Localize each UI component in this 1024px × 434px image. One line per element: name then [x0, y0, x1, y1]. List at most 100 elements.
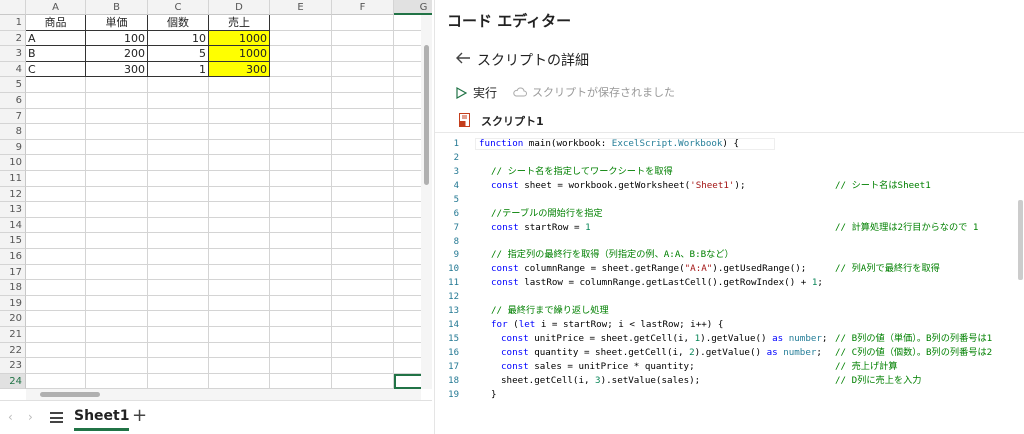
code-area[interactable]: 1 2 3 4 5 6 7 8 9 10 11 12 13 14 15 16 17 18 19 function m… [435, 132, 1024, 434]
cell-D5[interactable] [209, 77, 270, 93]
cell-D9[interactable] [209, 139, 270, 156]
cell-E11[interactable] [270, 171, 332, 187]
cell-C3[interactable]: 5 [148, 46, 209, 62]
cell-F20[interactable] [332, 311, 394, 327]
cell-E10[interactable] [270, 155, 332, 171]
cell-C11[interactable] [148, 171, 209, 187]
cell-A12[interactable] [26, 186, 86, 203]
cell-B3[interactable]: 200 [86, 46, 148, 62]
cell-F24[interactable] [332, 373, 394, 390]
cell-C6[interactable] [148, 93, 209, 109]
cell-F22[interactable] [332, 342, 394, 359]
cell-C8[interactable] [148, 124, 209, 140]
cell-C9[interactable] [148, 139, 209, 156]
column-header-B[interactable]: B [86, 0, 148, 15]
cell-F3[interactable] [332, 46, 394, 62]
sheet-tab-sheet1[interactable]: Sheet1 [74, 407, 130, 431]
add-sheet-button[interactable]: + [132, 405, 147, 426]
row-header-17[interactable]: 17 [0, 264, 26, 281]
cell-C4[interactable]: 1 [148, 61, 209, 78]
cell-B20[interactable] [86, 311, 148, 327]
row-header-21[interactable]: 21 [0, 327, 26, 343]
vertical-scroll-thumb[interactable] [424, 45, 429, 185]
cell-D4[interactable]: 300 [209, 61, 270, 78]
cell-B21[interactable] [86, 327, 148, 343]
cell-E16[interactable] [270, 249, 332, 265]
run-button[interactable]: 実行 [455, 84, 497, 101]
cell-A15[interactable] [26, 233, 86, 249]
cell-A1[interactable]: 商品 [26, 15, 86, 31]
cell-A3[interactable]: B [26, 46, 86, 62]
cell-C13[interactable] [148, 202, 209, 218]
cell-F12[interactable] [332, 186, 394, 203]
cell-B13[interactable] [86, 202, 148, 218]
cell-C10[interactable] [148, 155, 209, 171]
cell-B8[interactable] [86, 124, 148, 140]
cell-C18[interactable] [148, 280, 209, 296]
cell-A10[interactable] [26, 155, 86, 171]
cell-B5[interactable] [86, 77, 148, 93]
vertical-scrollbar[interactable] [421, 15, 432, 389]
cell-A4[interactable]: C [26, 61, 86, 78]
cell-C23[interactable] [148, 358, 209, 374]
cell-B9[interactable] [86, 139, 148, 156]
cell-A16[interactable] [26, 249, 86, 265]
cell-E17[interactable] [270, 264, 332, 281]
cell-D6[interactable] [209, 93, 270, 109]
row-header-13[interactable]: 13 [0, 202, 26, 218]
cell-A5[interactable] [26, 77, 86, 93]
cell-A20[interactable] [26, 311, 86, 327]
cell-A19[interactable] [26, 295, 86, 312]
cell-A8[interactable] [26, 124, 86, 140]
cell-E19[interactable] [270, 295, 332, 312]
cell-C20[interactable] [148, 311, 209, 327]
cell-E14[interactable] [270, 217, 332, 234]
cell-F5[interactable] [332, 77, 394, 93]
cell-A13[interactable] [26, 202, 86, 218]
cell-F15[interactable] [332, 233, 394, 249]
cell-F2[interactable] [332, 30, 394, 47]
cell-B12[interactable] [86, 186, 148, 203]
cell-A6[interactable] [26, 93, 86, 109]
cell-A18[interactable] [26, 280, 86, 296]
cell-A14[interactable] [26, 217, 86, 234]
row-header-4[interactable]: 4 [0, 61, 26, 78]
cell-B19[interactable] [86, 295, 148, 312]
column-header-E[interactable]: E [270, 0, 332, 15]
cell-B2[interactable]: 100 [86, 30, 148, 47]
row-header-22[interactable]: 22 [0, 342, 26, 359]
cell-A24[interactable] [26, 373, 86, 390]
cell-B14[interactable] [86, 217, 148, 234]
cell-E8[interactable] [270, 124, 332, 140]
row-header-18[interactable]: 18 [0, 280, 26, 296]
cell-D1[interactable]: 売上 [209, 15, 270, 31]
column-header-A[interactable]: A [26, 0, 86, 15]
cell-E5[interactable] [270, 77, 332, 93]
cell-E7[interactable] [270, 108, 332, 125]
cell-F11[interactable] [332, 171, 394, 187]
row-header-5[interactable]: 5 [0, 77, 26, 93]
cell-F19[interactable] [332, 295, 394, 312]
cell-D17[interactable] [209, 264, 270, 281]
cell-F16[interactable] [332, 249, 394, 265]
cell-B22[interactable] [86, 342, 148, 359]
prev-sheet-icon[interactable]: ‹ [8, 410, 13, 424]
horizontal-scroll-thumb[interactable] [40, 392, 100, 397]
cell-A21[interactable] [26, 327, 86, 343]
cell-F21[interactable] [332, 327, 394, 343]
cell-A23[interactable] [26, 358, 86, 374]
cell-F23[interactable] [332, 358, 394, 374]
row-header-3[interactable]: 3 [0, 46, 26, 62]
cell-B6[interactable] [86, 93, 148, 109]
cell-E18[interactable] [270, 280, 332, 296]
cell-E12[interactable] [270, 186, 332, 203]
cell-D19[interactable] [209, 295, 270, 312]
row-header-6[interactable]: 6 [0, 93, 26, 109]
row-header-19[interactable]: 19 [0, 295, 26, 312]
cell-A9[interactable] [26, 139, 86, 156]
cell-C14[interactable] [148, 217, 209, 234]
next-sheet-icon[interactable]: › [28, 410, 33, 424]
cell-A7[interactable] [26, 108, 86, 125]
cell-D14[interactable] [209, 217, 270, 234]
cell-C19[interactable] [148, 295, 209, 312]
